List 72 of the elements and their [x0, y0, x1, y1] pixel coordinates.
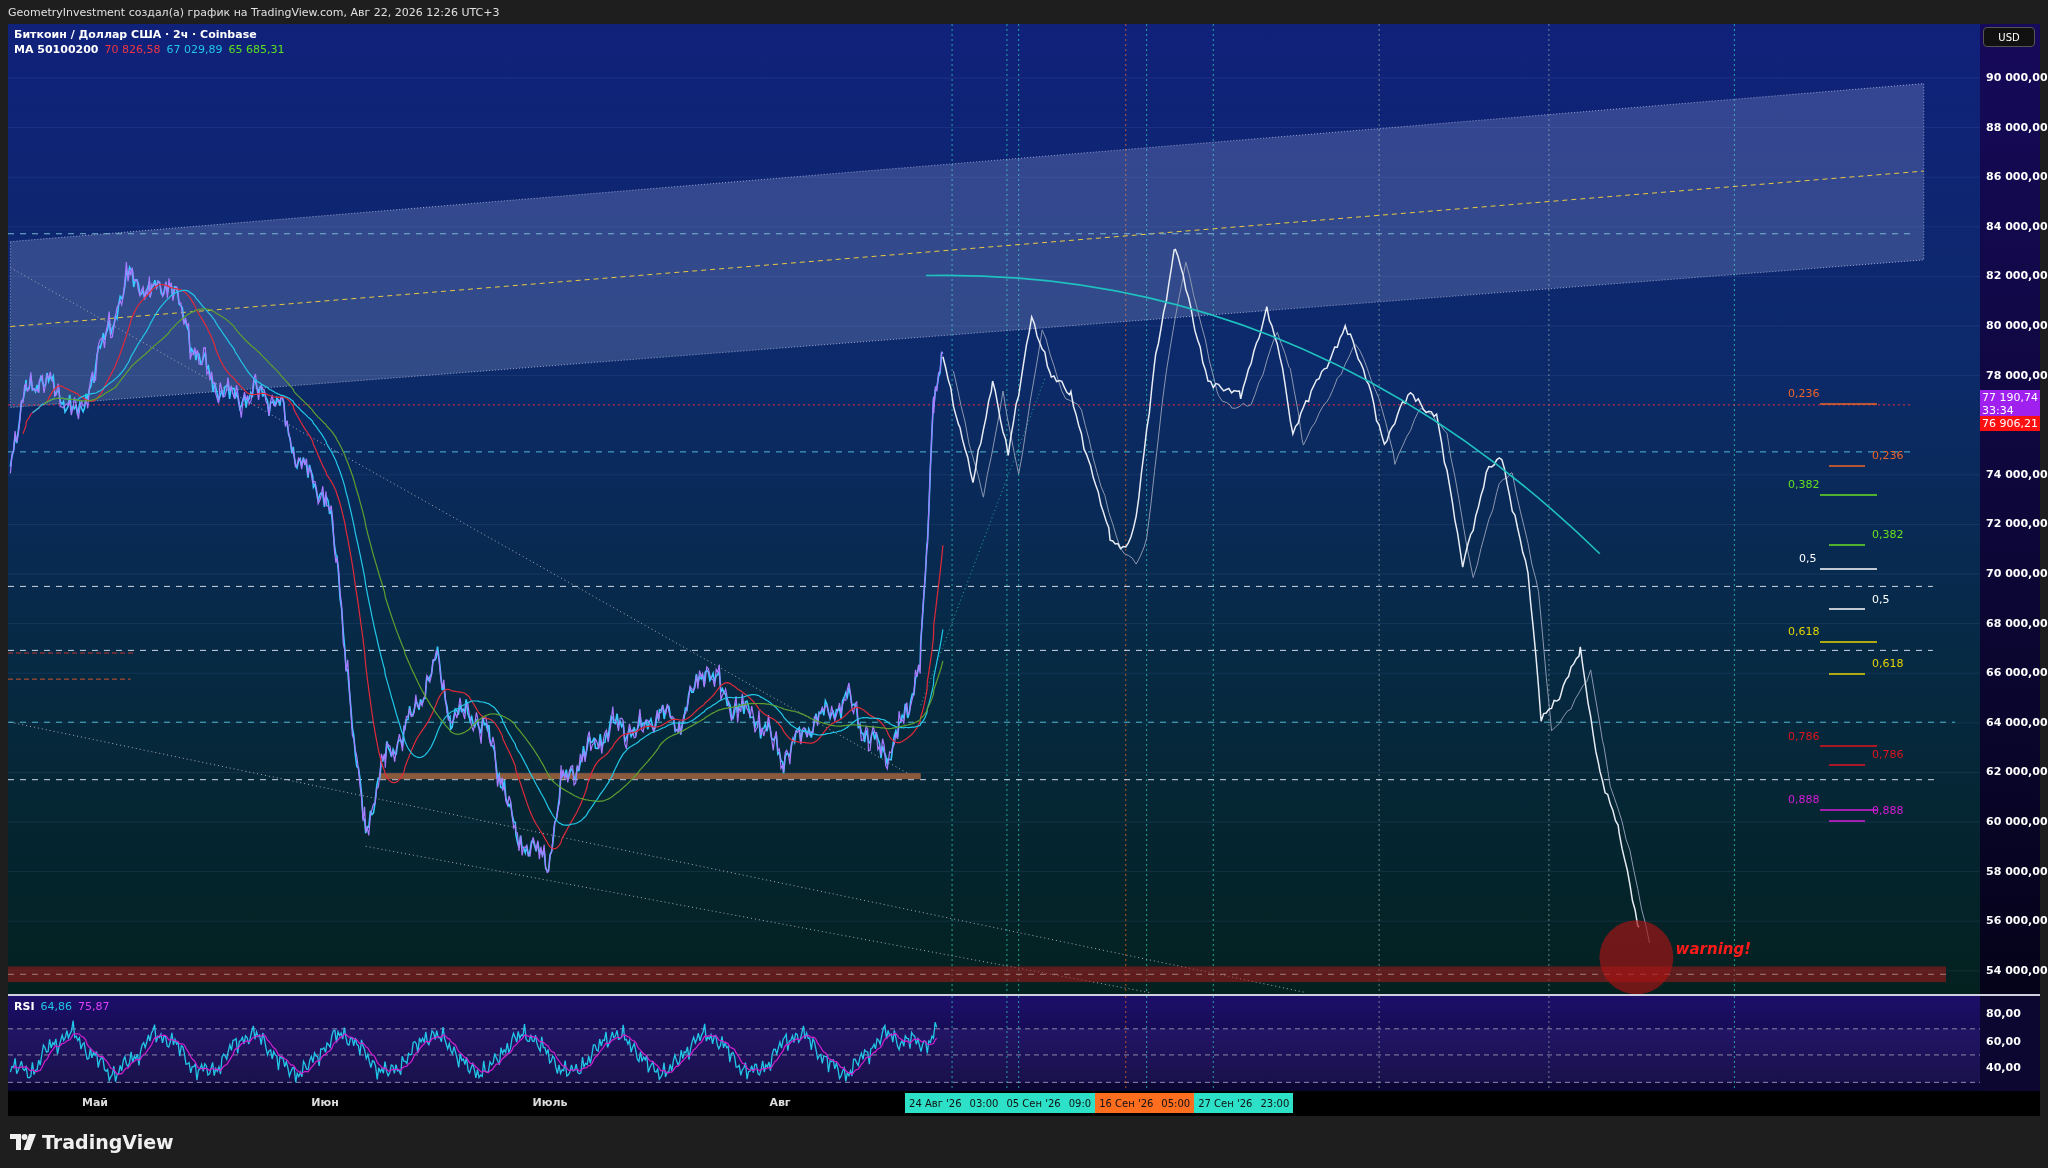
fib-level-line	[1828, 544, 1866, 546]
price-label: 86 000,00	[1986, 170, 2048, 184]
fib-level-line	[1828, 820, 1866, 822]
indicator-value: 64,86	[40, 1000, 72, 1013]
price-label: 64 000,00	[1986, 715, 2048, 729]
currency-button[interactable]: USD	[1983, 27, 2035, 47]
time-label: 03:00	[969, 1097, 999, 1109]
indicator-value: 75,87	[78, 1000, 110, 1013]
time-label: 05 Сен '26	[1006, 1097, 1061, 1109]
price-label: 78 000,00	[1986, 368, 2048, 382]
price-label: 90 000,00	[1986, 71, 2048, 84]
time-label: 09:0	[1068, 1097, 1092, 1109]
month-label: Июн	[311, 1096, 339, 1109]
price-label: 84 000,00	[1986, 219, 2048, 233]
price-label: 70 000,00	[1986, 567, 2048, 580]
price-label: 80 000,00	[1986, 319, 2048, 332]
fib-label: 0,618	[1788, 624, 1820, 638]
fib-label: 0,236	[1788, 386, 1820, 400]
fib-label: 0,786	[1788, 729, 1820, 743]
fib-level-line	[1828, 673, 1866, 675]
fib-level-line	[1819, 494, 1878, 496]
price-label: 60 000,00	[1986, 815, 2048, 828]
price-label: 82 000,00	[1986, 269, 2048, 283]
price-label: 74 000,00	[1986, 467, 2048, 481]
price-tag: 77 190,74 33:34	[1980, 390, 2040, 418]
fib-level-line	[1819, 809, 1878, 811]
fib-label: 0,618	[1872, 656, 1904, 670]
time-label: 23:00	[1260, 1097, 1290, 1109]
symbol-title: Биткоин / Доллар США · 2ч · Coinbase	[14, 28, 257, 41]
rsi-axis-label: 80,00	[1986, 1007, 2021, 1020]
logo-icon	[10, 1134, 36, 1150]
price-label: 88 000,00	[1986, 120, 2048, 134]
fib-level-line	[1828, 465, 1866, 467]
price-label: 54 000,00	[1986, 963, 2048, 977]
rsi-axis-label: 60,00	[1986, 1035, 2021, 1048]
month-label: Май	[81, 1096, 109, 1109]
fib-label: 0,786	[1872, 747, 1904, 761]
time-label: 24 Авг '26	[909, 1097, 962, 1109]
time-label: 05:00	[1161, 1097, 1191, 1109]
rsi-axis-label: 40,00	[1986, 1061, 2021, 1074]
price-label: 66 000,00	[1986, 666, 2048, 680]
fib-level-line	[1828, 764, 1866, 766]
price-label: 56 000,00	[1986, 914, 2048, 928]
brand-name: TradingView	[42, 1131, 174, 1153]
fib-label: 0,888	[1872, 803, 1904, 817]
warning-text: warning!	[1675, 940, 1752, 959]
time-label: 27 Сен '26	[1198, 1097, 1253, 1109]
month-label: Июль	[532, 1096, 568, 1109]
fib-label: 0,5	[1799, 551, 1817, 565]
indicator-name: MA 50100200	[14, 43, 99, 56]
month-label: Авг	[769, 1096, 791, 1109]
indicator-value: 67 029,89	[166, 43, 223, 56]
fib-label: 0,5	[1872, 592, 1890, 606]
price-label: 58 000,00	[1986, 864, 2048, 878]
indicator-name: RSI	[14, 1000, 35, 1013]
price-label: 68 000,00	[1986, 616, 2048, 630]
time-label: 16 Сен '26	[1099, 1097, 1154, 1109]
fib-level-line	[1819, 745, 1878, 747]
fib-label: 0,382	[1872, 527, 1904, 541]
price-tag: 76 906,21	[1980, 416, 2040, 431]
indicator-value: 65 685,31	[228, 43, 285, 56]
fib-level-line	[1819, 403, 1878, 405]
fib-label: 0,236	[1872, 448, 1904, 462]
fib-label: 0,382	[1788, 477, 1820, 491]
fib-level-line	[1828, 608, 1866, 610]
price-label: 72 000,00	[1986, 517, 2048, 531]
fib-level-line	[1819, 641, 1878, 643]
fib-label: 0,888	[1788, 792, 1820, 806]
indicator-value: 70 826,58	[104, 43, 161, 56]
price-label: 62 000,00	[1986, 765, 2048, 779]
fib-level-line	[1819, 568, 1878, 570]
chart-credit: GeometryInvestment создал(а) график на TradingView.com, Авг 22, 2026 12:26 UTC+3	[8, 5, 500, 19]
